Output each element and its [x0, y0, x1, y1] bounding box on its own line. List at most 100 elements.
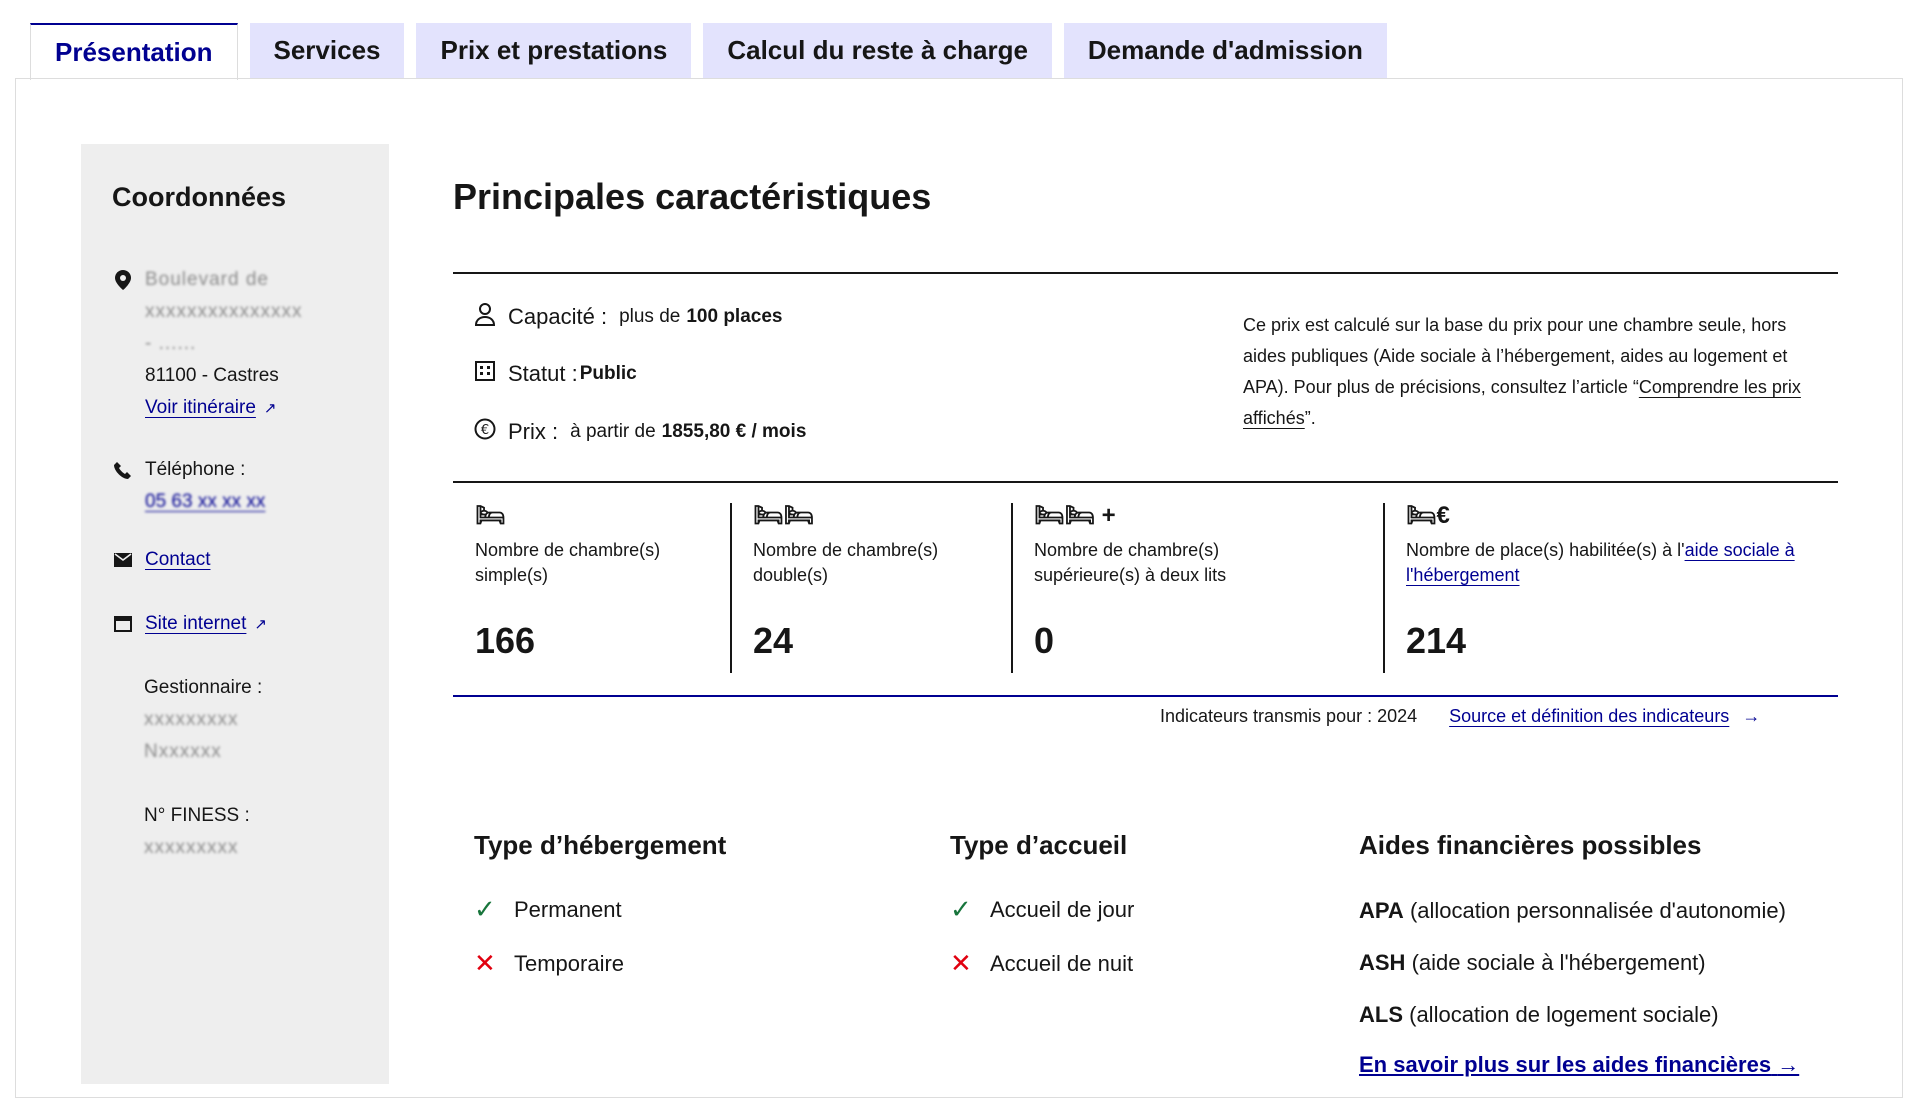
bed-icon: 🛏: [475, 501, 506, 529]
map-pin-icon: [113, 270, 133, 290]
stat-social-aid-places: 🛏€ Nombre de place(s) habilitée(s) à l'a…: [1406, 500, 1826, 672]
sidebar-title: Coordonnées: [112, 182, 287, 212]
stat-label: Nombre de chambre(s) supérieure(s) à deu…: [1034, 540, 1227, 585]
bed-euro-icon: 🛏€: [1406, 501, 1450, 529]
contact-sidebar: Coordonnées Boulevard de xxxxxxxxxxxxxxx…: [81, 144, 389, 1084]
reception-item-night: ✕ Accueil de nuit: [950, 948, 1133, 979]
stat-superior-rooms: 🛏🛏 + Nombre de chambre(s) supérieure(s) …: [1034, 500, 1294, 672]
website-row: Site internet ↗: [113, 608, 267, 641]
hosting-item-temporary: ✕ Temporaire: [474, 948, 624, 979]
capacity-label: Capacité :: [508, 304, 608, 329]
phone-icon: [113, 460, 133, 480]
stat-value: 0: [1034, 620, 1055, 661]
capacity-value: 100 places: [686, 306, 783, 327]
website-link[interactable]: Site internet: [145, 613, 246, 634]
address-block: Boulevard de xxxxxxxxxxxxxxx - ...... 81…: [113, 264, 303, 425]
phone-number[interactable]: 05 63 xx xx xx: [145, 486, 265, 518]
price-row: € Prix : à partir de 1855,80 € / mois: [474, 418, 806, 446]
tab-services[interactable]: Services: [249, 23, 405, 78]
calendar-icon: [113, 614, 133, 634]
finess-label: N° FINESS :: [144, 805, 250, 826]
divider: [453, 695, 1838, 697]
address-city: 81100 - Castres: [145, 365, 279, 386]
stat-label: Nombre de place(s) habilitée(s) à l'aide…: [1406, 538, 1826, 588]
divider: [453, 481, 1838, 483]
tab-prix-prestations[interactable]: Prix et prestations: [416, 23, 692, 78]
contact-row: Contact: [113, 544, 210, 576]
tab-bar: Présentation Services Prix et prestation…: [30, 23, 1387, 80]
stat-label: Nombre de chambre(s) double(s): [753, 540, 939, 585]
arrow-right-icon: →: [1742, 706, 1761, 726]
item-label: Accueil de nuit: [990, 950, 1134, 976]
divider: [1383, 503, 1385, 673]
finess-value: xxxxxxxxx: [144, 837, 239, 858]
capacity-row: Capacité : plus de 100 places: [474, 302, 782, 332]
tab-presentation[interactable]: Présentation: [30, 23, 238, 80]
aid-item: ASH (aide sociale à l'hébergement): [1359, 950, 1706, 975]
status-value: Public: [579, 363, 637, 384]
stat-label: Nombre de chambre(s) simple(s): [475, 540, 661, 585]
manager-line-2: Nxxxxxx: [144, 741, 222, 762]
address-line-2: xxxxxxxxxxxxxxx: [145, 301, 303, 322]
tab-demande-admission[interactable]: Demande d'admission: [1063, 23, 1387, 78]
financial-aids-link[interactable]: En savoir plus sur les aides financières…: [1359, 1052, 1799, 1078]
indicators-text: Indicateurs transmis pour : 2024: [1160, 706, 1418, 726]
capacity-prefix: plus de: [619, 306, 681, 327]
stat-value: 166: [475, 620, 536, 661]
mail-icon: [113, 550, 133, 570]
price-prefix: à partir de: [570, 421, 656, 442]
stat-value: 214: [1406, 620, 1467, 661]
euro-icon: €: [474, 418, 496, 446]
price-note-end: ”.: [1304, 408, 1316, 428]
manager-block: Gestionnaire : xxxxxxxxx Nxxxxxx: [144, 672, 262, 768]
check-icon: ✓: [474, 894, 496, 924]
divider: [1011, 503, 1013, 673]
manager-label: Gestionnaire :: [144, 677, 263, 698]
aid-item: APA (allocation personnalisée d'autonomi…: [1359, 898, 1786, 923]
hosting-item-permanent: ✓ Permanent: [474, 894, 622, 925]
divider: [453, 272, 1838, 274]
double-bed-icon: 🛏🛏: [753, 501, 814, 529]
price-note: Ce prix est calculé sur la base du prix …: [1243, 310, 1813, 434]
room-stats: 🛏 Nombre de chambre(s) simple(s) 166 🛏🛏 …: [453, 500, 1838, 700]
item-label: Temporaire: [514, 950, 625, 976]
phone-label: Téléphone :: [145, 459, 246, 480]
item-label: Accueil de jour: [990, 896, 1135, 922]
price-value: 1855,80 € / mois: [661, 421, 807, 442]
check-icon: ✓: [950, 894, 972, 924]
itinerary-link[interactable]: Voir itinéraire: [145, 397, 256, 418]
bed-plus-icon: 🛏🛏 +: [1034, 501, 1116, 529]
svg-text:€: €: [481, 423, 489, 438]
stat-label-prefix: Nombre de place(s) habilitée(s) à l': [1406, 540, 1685, 560]
building-icon: [474, 360, 496, 388]
cross-icon: ✕: [950, 948, 972, 978]
cross-icon: ✕: [474, 948, 496, 978]
reception-type-title: Type d’accueil: [950, 830, 1128, 860]
stat-value: 24: [753, 620, 794, 661]
user-icon: [474, 302, 496, 332]
indicators-row: Indicateurs transmis pour : 2024 Source …: [1160, 706, 1760, 727]
finess-block: N° FINESS : xxxxxxxxx: [144, 800, 250, 864]
arrow-right-icon: →: [1777, 1052, 1800, 1077]
manager-line-1: xxxxxxxxx: [144, 709, 239, 730]
price-label: Prix :: [508, 419, 559, 444]
aid-item: ALS (allocation de logement sociale): [1359, 1002, 1719, 1027]
item-label: Permanent: [514, 896, 622, 922]
indicators-source-link[interactable]: Source et définition des indicateurs: [1449, 706, 1729, 726]
phone-block: Téléphone : 05 63 xx xx xx: [113, 454, 265, 518]
address-line-1: Boulevard de: [145, 269, 269, 290]
reception-item-day: ✓ Accueil de jour: [950, 894, 1134, 925]
stat-double-rooms: 🛏🛏 Nombre de chambre(s) double(s) 24: [753, 500, 983, 672]
page-title: Principales caractéristiques: [453, 176, 932, 217]
divider: [730, 503, 732, 673]
contact-link[interactable]: Contact: [145, 544, 210, 576]
status-row: Statut : Public: [474, 360, 637, 388]
stat-single-rooms: 🛏 Nombre de chambre(s) simple(s) 166: [475, 500, 705, 672]
external-link-icon: ↗: [263, 400, 277, 417]
address-line-3: - ......: [145, 333, 197, 354]
financial-aids-title: Aides financières possibles: [1359, 830, 1702, 860]
hosting-type-title: Type d’hébergement: [474, 830, 727, 860]
status-label: Statut :: [508, 361, 578, 386]
external-link-icon: ↗: [254, 616, 267, 633]
tab-calcul-reste-charge[interactable]: Calcul du reste à charge: [703, 23, 1052, 78]
